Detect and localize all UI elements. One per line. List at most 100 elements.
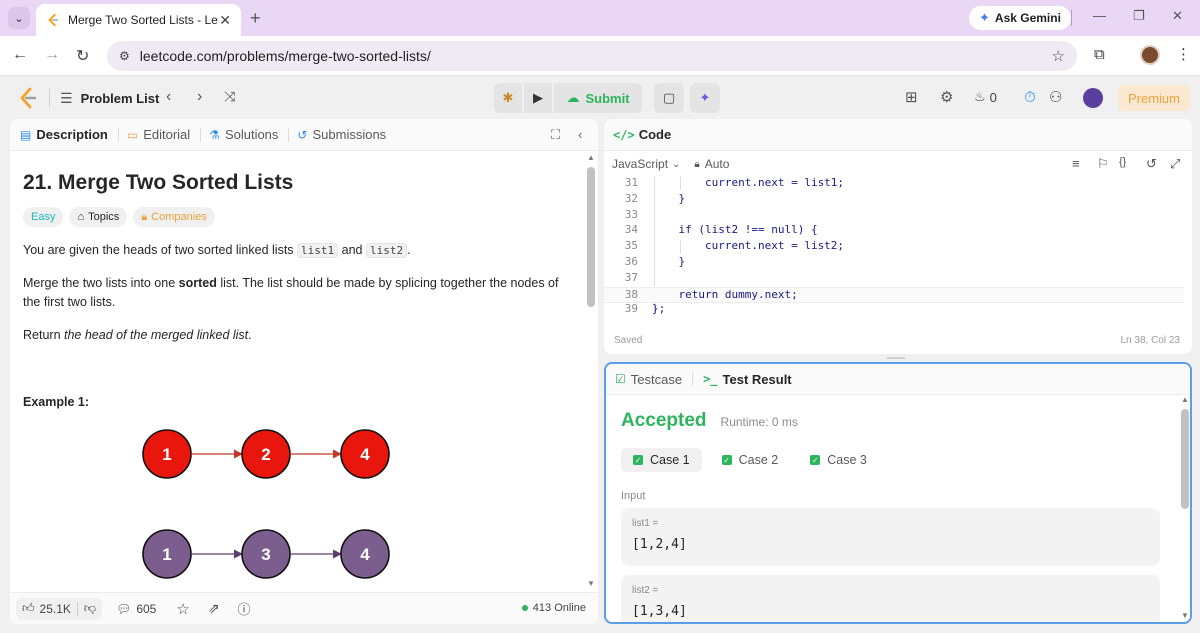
problem-list-button[interactable]: ☰ Problem List [60,90,159,107]
submit-button[interactable]: ☁ Submit [554,83,642,113]
address-bar[interactable]: ⚙ leetcode.com/problems/merge-two-sorted… [107,41,1077,71]
close-window-button[interactable]: ✕ [1172,8,1183,24]
previous-problem-icon[interactable]: ‹ [166,88,171,106]
line-number: 37 [624,270,638,284]
format-icon[interactable]: ≡ [1072,156,1080,171]
timer-button[interactable]: ⏱ [1017,83,1043,111]
layout-grid-icon[interactable]: ⊞ [905,88,918,106]
tab-divider [692,372,694,386]
autocomplete-mode[interactable]: 🔒︎ Auto [694,157,729,171]
code-line[interactable]: 32 } [604,192,1184,208]
code-line[interactable]: 37 [604,271,1184,287]
difficulty-badge: Easy [23,207,64,227]
scroll-down-icon[interactable]: ▼ [587,579,595,588]
scroll-up-icon[interactable]: ▲ [587,153,595,162]
notes-button[interactable]: ▢ [654,83,684,113]
thumbs-down-icon[interactable]: 👎︎ [84,601,96,616]
bookmark-icon[interactable]: ⚐ [1097,156,1109,172]
tab-search-button[interactable]: ⌄ [8,7,30,29]
scrollbar-thumb[interactable] [1181,409,1189,509]
case-label: Case 1 [650,453,690,467]
browser-profile-avatar[interactable] [1140,45,1160,65]
case-tab[interactable]: ✓ Case 2 [710,448,791,472]
description-scrollbar[interactable]: ▲ ▼ [587,153,595,589]
scrollbar-thumb[interactable] [587,167,595,307]
tab-testcase[interactable]: ☑ Testcase [615,372,682,387]
restore-button[interactable]: ❐ [1133,8,1145,24]
inline-code: list2 [365,243,408,258]
next-problem-icon[interactable]: › [197,88,202,106]
tab-title: Merge Two Sorted Lists - LeetC [68,13,218,27]
new-tab-button[interactable]: + [250,8,261,29]
share-icon[interactable]: ⇗ [208,600,220,617]
run-button[interactable]: ▶ [524,83,552,113]
line-number: 31 [624,176,638,189]
code-line[interactable]: 33 [604,208,1184,224]
tab-submissions[interactable]: ↺ Submissions [297,127,386,142]
tab-description[interactable]: ▤ Description [20,127,108,142]
code-line[interactable]: 38 return dummy.next; [604,286,1184,303]
minimize-button[interactable]: — [1093,8,1106,23]
italic-text: the head of the merged linked list [64,328,249,342]
code-line[interactable]: 39}; [604,302,1184,318]
case-tab[interactable]: ✓ Case 1 [621,448,702,472]
maximize-panel-icon[interactable]: ⛶ [551,127,560,143]
ai-assist-button[interactable]: ✦ [690,83,720,113]
editor-status-bar: Saved Ln 38, Col 23 [604,331,1192,351]
invite-user-icon[interactable]: ⚇ [1049,88,1062,106]
tab-test-result[interactable]: >_ Test Result [703,372,792,387]
shuffle-icon[interactable]: ⤨ [224,88,235,105]
scroll-down-icon[interactable]: ▼ [1181,611,1189,620]
user-avatar[interactable] [1083,88,1103,108]
test-result-panel: ☑ Testcase >_ Test Result Accepted Runti… [604,362,1192,624]
language-select[interactable]: JavaScript ⌄ [612,157,680,171]
browser-menu-icon[interactable]: ⋮ [1176,45,1191,63]
tab-divider [117,127,119,142]
browser-tab[interactable]: Merge Two Sorted Lists - LeetC ✕ [36,4,241,36]
tab-solutions[interactable]: ⚗ Solutions [209,127,278,142]
collapse-panel-icon[interactable]: ‹ [578,127,582,142]
bold-text: sorted [178,276,217,290]
settings-gear-icon[interactable]: ⚙ [940,88,953,106]
list-icon: ☰ [60,90,73,106]
text-span: . [407,243,411,257]
site-settings-icon[interactable]: ⚙ [119,49,130,63]
comments-button[interactable]: 💬︎ 605 [116,602,156,616]
forward-arrow-icon[interactable]: → [44,46,60,64]
leetcode-logo-icon[interactable] [18,87,38,109]
runtime-text: Runtime: 0 ms [720,415,798,429]
fullscreen-icon[interactable]: ⤢ [1170,156,1180,172]
code-editor[interactable]: 31 current.next = list1; 32 } 33 34 if (lis… [604,176,1192,321]
case-tab[interactable]: ✓ Case 3 [798,448,879,472]
braces-icon[interactable]: {} [1119,156,1126,168]
online-indicator: 413 Online [521,602,586,614]
code-line[interactable]: 36 } [604,255,1184,271]
result-scrollbar[interactable]: ▲ ▼ [1181,395,1189,622]
tab-divider [200,127,202,142]
premium-button[interactable]: Premium [1118,85,1190,111]
line-number: 36 [624,255,638,268]
back-arrow-icon[interactable]: ← [12,46,28,64]
streak-counter[interactable]: ♨ 0 [974,89,997,105]
reload-icon[interactable]: ↻ [76,46,89,66]
code-text: return dummy.next; [652,287,798,301]
bookmark-star-icon[interactable]: ☆ [1052,47,1065,65]
code-line[interactable]: 31 current.next = list1; [604,176,1184,192]
inline-code: list1 [297,243,339,258]
ask-gemini-button[interactable]: ✦ Ask Gemini [969,6,1071,30]
reset-icon[interactable]: ↺ [1146,156,1157,172]
extensions-puzzle-icon[interactable]: ⧉ [1094,46,1105,63]
input-name: list1 = [632,518,659,529]
close-tab-icon[interactable]: ✕ [219,12,231,29]
topics-tag[interactable]: ⌂ Topics [69,207,128,227]
thumbs-up-icon[interactable]: 👍︎ [22,601,35,616]
debug-button[interactable]: ✱ [494,83,522,113]
help-icon[interactable]: ⓘ [238,599,251,618]
scroll-up-icon[interactable]: ▲ [1181,395,1189,404]
favorite-star-icon[interactable]: ☆ [176,600,189,618]
companies-tag[interactable]: 🔒︎ Companies [133,207,215,227]
code-line[interactable]: 35 current.next = list2; [604,239,1184,255]
code-line[interactable]: 34 if (list2 !== null) { [604,223,1184,239]
panel-resize-handle[interactable] [887,357,905,359]
tab-editorial[interactable]: ▭ Editorial [127,127,190,142]
